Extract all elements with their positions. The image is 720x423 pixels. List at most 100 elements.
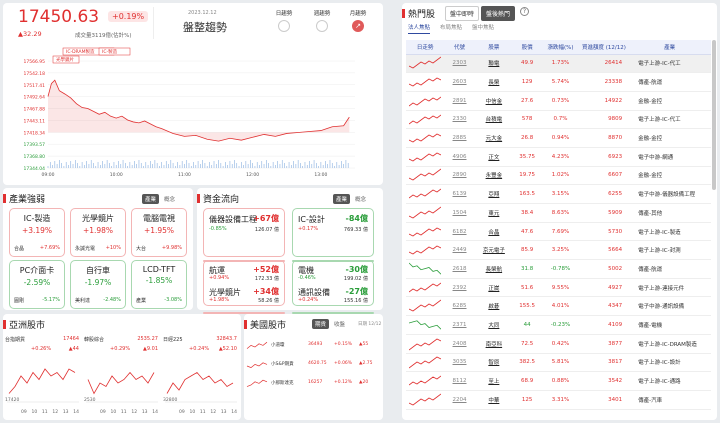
asia-market[interactable]: 韓股綜合 2535.27 +0.29% ▲9.01 2530 09 10 11 12 13 14 [84, 336, 160, 420]
stock-code[interactable]: 2371 [444, 315, 475, 335]
stock-code[interactable]: 2885 [444, 128, 475, 148]
table-row[interactable]: 2449 京元電子 85.9 3.25% 5664 電子上游-IC-封測 [406, 240, 711, 261]
stock-code[interactable]: 2408 [444, 334, 475, 354]
tab-close[interactable]: 收盤 [331, 319, 348, 329]
scrollbar[interactable] [712, 40, 716, 190]
stock-name[interactable]: 永豐金 [474, 166, 514, 186]
table-row[interactable]: 2330 台積電 578 0.7% 9809 電子上游-IC-代工 [406, 110, 711, 130]
table-row[interactable]: 2885 元大金 26.8 0.94% 8870 金融-金控 [406, 128, 711, 148]
stock-name[interactable]: 台積電 [474, 110, 514, 130]
stock-code[interactable]: 2392 [444, 278, 475, 298]
stock-code[interactable]: 8112 [444, 371, 475, 391]
stock-code[interactable]: 6139 [444, 184, 475, 204]
stock-code[interactable]: 6182 [444, 222, 475, 242]
trend-week-button[interactable]: 週趨勢 [309, 9, 335, 32]
column-header[interactable]: 代號 [444, 40, 475, 55]
stock-name[interactable]: 中信金 [474, 91, 514, 111]
table-row[interactable]: 2891 中信金 27.6 0.73% 14922 金融-金控 [406, 91, 711, 111]
column-header[interactable]: 買進額度 (12/12) [579, 40, 629, 55]
stock-code[interactable]: 2891 [444, 91, 475, 111]
market-low: 32800 [163, 398, 178, 403]
tab-industry[interactable]: 產業 [142, 194, 160, 204]
table-row[interactable]: 8112 至上 68.9 0.88% 3542 電子上游-IC-通路 [406, 371, 711, 391]
industry-card[interactable]: IC-製造 +3.19% 合晶 +7.69% [9, 208, 65, 257]
column-header[interactable]: 漲跌幅(%) [541, 40, 580, 55]
stock-name[interactable]: 正崴 [474, 278, 514, 298]
stock-name[interactable]: 長榮 [474, 72, 514, 92]
stock-code[interactable]: 1504 [444, 203, 475, 223]
stock-code[interactable]: 2618 [444, 259, 475, 279]
industry-card[interactable]: 電腦電視 +1.95% 大台 +9.98% [131, 208, 187, 257]
tab-flow-industry[interactable]: 產業 [333, 194, 351, 204]
stock-code[interactable]: 4906 [444, 147, 475, 167]
stock-name[interactable]: 中華 [474, 390, 514, 410]
table-row[interactable]: 6285 啟碁 155.5 4.01% 4347 電子中游-通訊設備 [406, 296, 711, 317]
table-row[interactable]: 2618 長榮航 31.8 -0.78% 5002 傳產-航運 [406, 259, 711, 279]
stock-code[interactable]: 2603 [444, 72, 475, 92]
trend-month-button[interactable]: 月趨勢 ↗ [345, 9, 371, 32]
stock-name[interactable]: 東元 [474, 203, 514, 223]
industry-card[interactable]: LCD-TFT -1.85% 產業 -3.08% [131, 260, 187, 309]
stock-name[interactable]: 啟碁 [474, 296, 514, 317]
tab-futures[interactable]: 期貨 [312, 319, 330, 329]
table-row[interactable]: 2204 中華 125 3.31% 3401 傳產-汽車 [406, 390, 711, 410]
stock-name[interactable]: 長榮航 [474, 259, 514, 279]
column-header[interactable]: 股價 [513, 40, 542, 55]
stock-code[interactable]: 2449 [444, 240, 475, 261]
table-row[interactable]: 2408 南亞科 72.5 0.42% 3877 電子上游-IC-DRAM製造 [406, 334, 711, 354]
trend-day-button[interactable]: 日趨勢 [271, 9, 297, 32]
asia-market[interactable]: 台指期貨 17464 +0.26% ▲44 17420 09 10 11 12 13 14 [5, 336, 81, 420]
table-row[interactable]: 6139 亞翔 163.5 3.15% 6255 電子中游-儀器設備工程 [406, 184, 711, 204]
buy-amount: 3877 [579, 334, 629, 354]
stock-name[interactable]: 正文 [474, 147, 514, 167]
industry-card[interactable]: 光學鏡片 +1.98% 永誠光電 +10% [70, 208, 126, 257]
industry-card[interactable]: 自行車 -1.97% 美利達 -2.48% [70, 260, 126, 309]
column-header[interactable]: 股票 [474, 40, 514, 55]
tab-flow-concept[interactable]: 概念 [352, 194, 369, 204]
table-row[interactable]: 2371 大同 44 -0.23% 4109 傳產-電機 [406, 315, 711, 335]
asia-market[interactable]: 日經225 32843.7 +0.24% ▲52.10 32800 09 10 11 12 13 1… [163, 336, 239, 420]
stock-name[interactable]: 大同 [474, 315, 514, 335]
stock-code[interactable]: 2303 [444, 54, 475, 74]
chart-callout[interactable]: IC-製造 [98, 47, 131, 56]
stock-code[interactable]: 2890 [444, 166, 475, 186]
table-row[interactable]: 2890 永豐金 19.75 1.02% 6607 金融-金控 [406, 166, 711, 186]
tab-institutional[interactable]: 法人焦點 [408, 23, 431, 34]
mode-intraday[interactable]: 盤中即時 [445, 6, 480, 21]
stock-code[interactable]: 3035 [444, 353, 475, 373]
flow-card[interactable]: IC-設計 -84億 +0.17% 769.33 億 [292, 208, 374, 257]
stock-name[interactable]: 亞翔 [474, 184, 514, 204]
stock-code[interactable]: 2330 [444, 110, 475, 130]
stock-name[interactable]: 南亞科 [474, 334, 514, 354]
table-row[interactable]: 2392 正崴 51.6 9.55% 4927 電子上游-連接元件 [406, 278, 711, 298]
table-row[interactable]: 3035 智原 382.5 5.81% 3817 電子上游-IC-設計 [406, 353, 711, 373]
tab-intraday[interactable]: 盤中焦點 [472, 23, 494, 34]
stock-name[interactable]: 聯電 [474, 54, 514, 74]
stock-code[interactable]: 2204 [444, 390, 475, 410]
stock-name[interactable]: 至上 [474, 371, 514, 391]
us-row[interactable]: 小那斯達克 16257 +0.12% ▲20 [246, 376, 381, 392]
chart-callout[interactable]: 光學鏡片 [52, 55, 80, 64]
tab-concept[interactable]: 概念 [161, 194, 178, 204]
stock-code[interactable]: 6285 [444, 296, 475, 317]
stock-name[interactable]: 合晶 [474, 222, 514, 242]
table-row[interactable]: 1504 東元 38.4 8.63% 5909 傳產-其他 [406, 203, 711, 223]
stock-name[interactable]: 智原 [474, 353, 514, 373]
stock-sparkline [409, 375, 442, 386]
mode-afterhours[interactable]: 盤後熱門 [481, 6, 516, 21]
table-row[interactable]: 2603 長榮 129 5.74% 23338 傳產-航運 [406, 72, 711, 92]
industry-card[interactable]: PC介面卡 -2.59% 圓剛 -5.17% [9, 260, 65, 309]
table-row[interactable]: 6182 合晶 47.6 7.69% 5730 電子上游-IC-製造 [406, 222, 711, 242]
column-header[interactable]: 產業 [628, 40, 711, 55]
industry-leader: 圓剛 -5.17% [14, 297, 60, 304]
flow-card[interactable]: 儀器設備工程 +67億 -0.85% 126.07 億 [203, 208, 285, 257]
table-row[interactable]: 4906 正文 35.75 4.23% 6923 電子中游-網通 [406, 147, 711, 167]
us-row[interactable]: 小S&P期貨 4620.75 +0.06% ▲2.75 [246, 357, 381, 373]
stock-name[interactable]: 京元電子 [474, 240, 514, 261]
table-row[interactable]: 2303 聯電 49.9 1.73% 26414 電子上游-IC-代工 [406, 54, 711, 74]
help-icon[interactable]: ? [520, 7, 529, 16]
us-row[interactable]: 小道瓊 36493 +0.15% ▲55 [246, 338, 381, 354]
tab-layout[interactable]: 布局焦點 [440, 23, 462, 34]
stock-name[interactable]: 元大金 [474, 128, 514, 148]
column-header[interactable]: 日走勢 [406, 40, 445, 55]
